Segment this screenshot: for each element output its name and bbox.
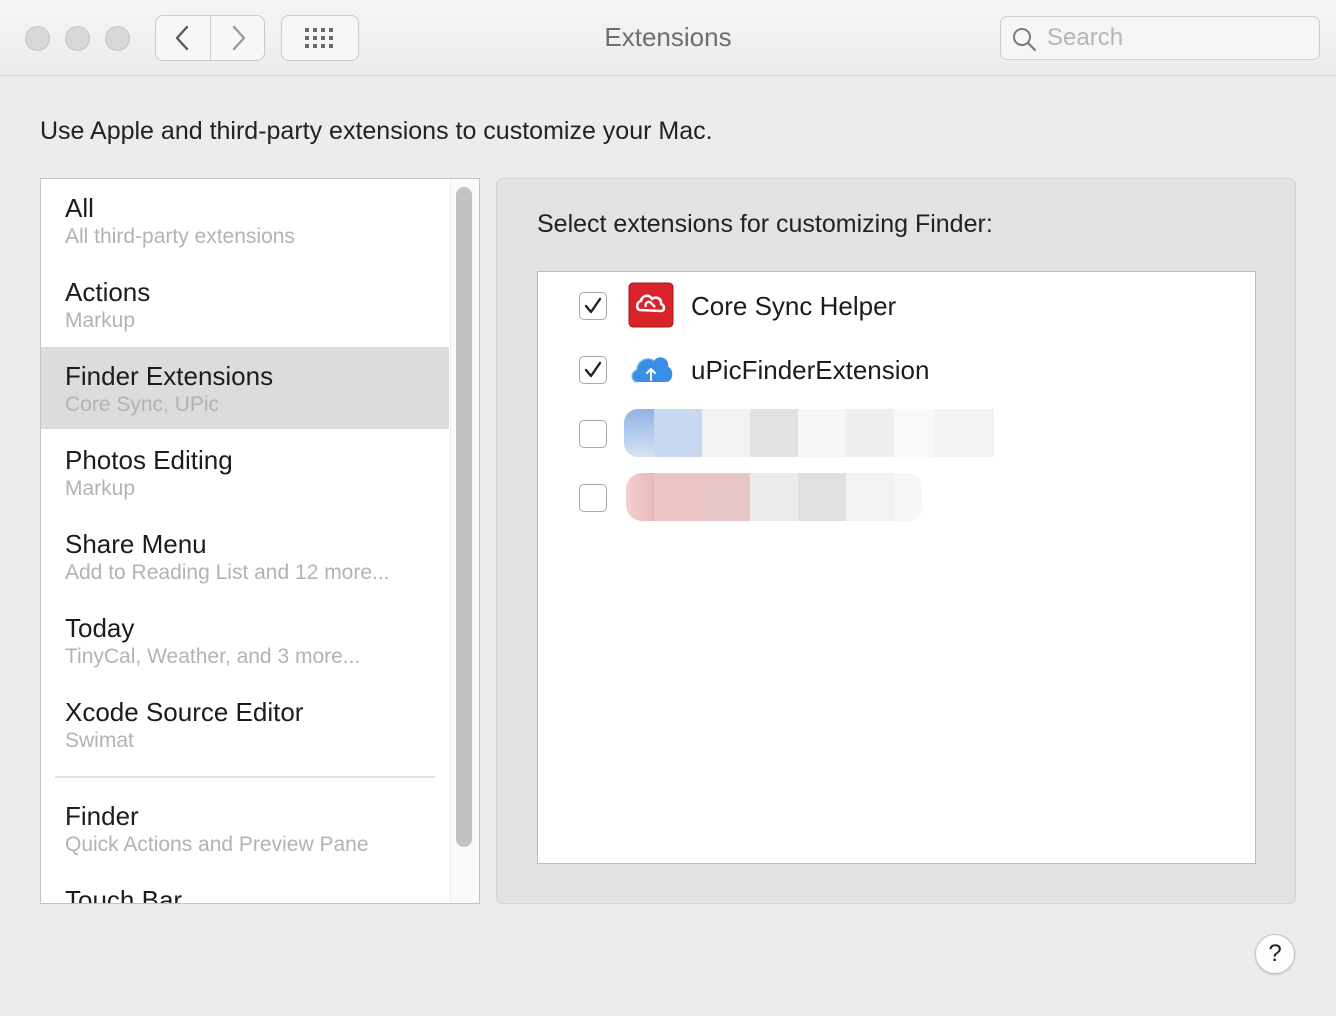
checkmark-icon xyxy=(584,297,602,314)
extension-row: Core Sync Helper xyxy=(538,275,1255,335)
creative-cloud-icon xyxy=(628,282,674,328)
window-toolbar: Extensions xyxy=(0,0,1336,76)
category-subtitle: All third-party extensions xyxy=(65,225,295,248)
extension-name: Core Sync Helper xyxy=(691,291,897,321)
extension-checkbox[interactable] xyxy=(579,292,607,320)
category-subtitle: TinyCal, Weather, and 3 more... xyxy=(65,645,361,668)
category-subtitle: Core Sync, UPic xyxy=(65,393,220,416)
extension-row xyxy=(538,467,1255,527)
extension-detail-panel: Select extensions for customizing Finder… xyxy=(496,178,1296,904)
category-title: Finder Extensions xyxy=(65,361,274,391)
category-title: All xyxy=(65,193,94,223)
extension-category-list: All All third-party extensions Actions M… xyxy=(40,178,480,904)
category-share-menu[interactable]: Share Menu Add to Reading List and 12 mo… xyxy=(41,515,449,597)
extension-row: uPicFinderExtension xyxy=(538,339,1255,399)
category-touch-bar[interactable]: Touch Bar xyxy=(41,871,449,904)
category-actions[interactable]: Actions Markup xyxy=(41,263,449,345)
category-subtitle: Swimat xyxy=(65,729,134,752)
category-title: Xcode Source Editor xyxy=(65,697,304,727)
search-input[interactable] xyxy=(1047,23,1307,53)
category-title: Touch Bar xyxy=(65,885,183,904)
extension-name: uPicFinderExtension xyxy=(691,355,930,385)
category-subtitle: Quick Actions and Preview Pane xyxy=(65,833,369,856)
category-title: Actions xyxy=(65,277,151,307)
extension-list: Core Sync Helper uPicFinderExtension xyxy=(537,271,1256,864)
category-subtitle: Markup xyxy=(65,477,136,500)
category-title: Share Menu xyxy=(65,529,207,559)
search-field[interactable] xyxy=(1000,16,1320,60)
category-xcode-source-editor[interactable]: Xcode Source Editor Swimat xyxy=(41,683,449,765)
category-subtitle: Add to Reading List and 12 more... xyxy=(65,561,390,584)
list-scrollbar-thumb[interactable] xyxy=(456,187,472,847)
extension-checkbox[interactable] xyxy=(579,484,607,512)
help-button[interactable]: ? xyxy=(1255,934,1295,974)
panel-heading: Select extensions for customizing Finder… xyxy=(537,210,993,238)
cloud-upload-icon xyxy=(631,357,673,383)
category-finder-extensions[interactable]: Finder Extensions Core Sync, UPic xyxy=(41,347,449,429)
category-title: Finder xyxy=(65,801,139,831)
extension-checkbox[interactable] xyxy=(579,420,607,448)
redacted-icon xyxy=(626,473,922,521)
extension-row xyxy=(538,403,1255,463)
category-subtitle: Markup xyxy=(65,309,136,332)
category-all[interactable]: All All third-party extensions xyxy=(41,179,449,261)
category-today[interactable]: Today TinyCal, Weather, and 3 more... xyxy=(41,599,449,681)
redacted-icon xyxy=(624,409,994,457)
intro-text: Use Apple and third-party extensions to … xyxy=(40,117,713,145)
category-title: Photos Editing xyxy=(65,445,233,475)
extension-checkbox[interactable] xyxy=(579,356,607,384)
category-finder[interactable]: Finder Quick Actions and Preview Pane xyxy=(41,787,449,869)
list-divider xyxy=(55,776,435,778)
checkmark-icon xyxy=(584,361,602,378)
category-photos-editing[interactable]: Photos Editing Markup xyxy=(41,431,449,513)
category-title: Today xyxy=(65,613,135,643)
search-icon xyxy=(1013,28,1037,52)
